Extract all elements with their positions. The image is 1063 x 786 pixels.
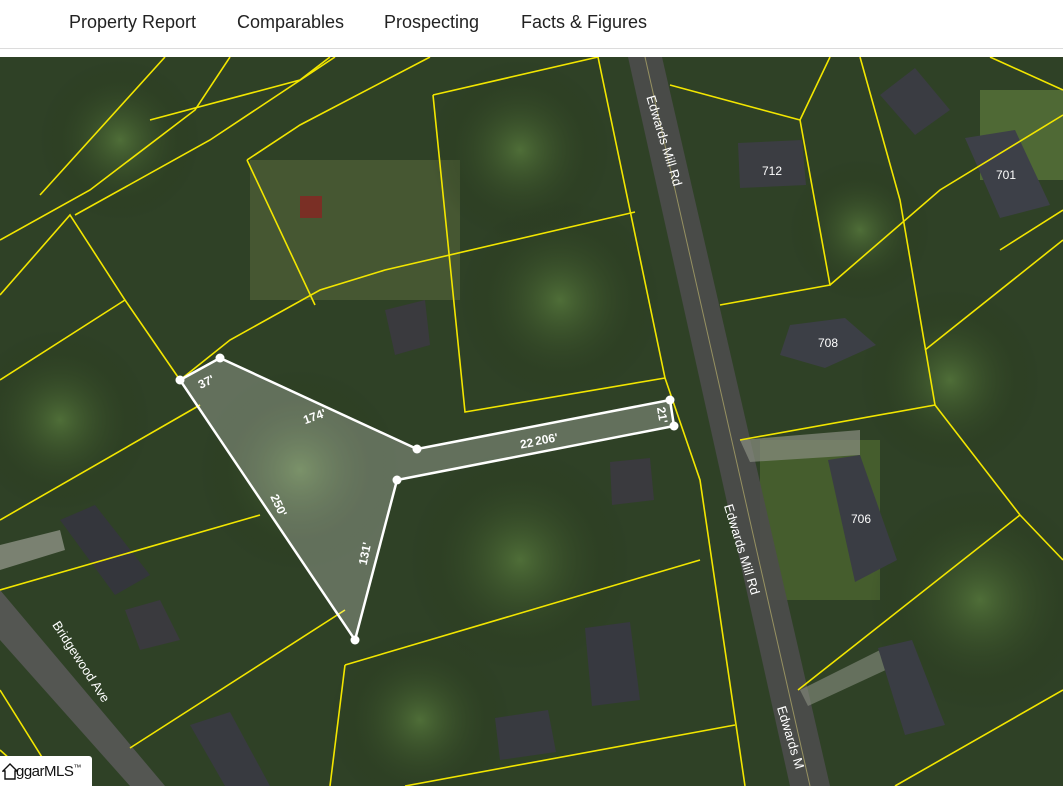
tab-facts-figures[interactable]: Facts & Figures (521, 12, 647, 33)
logo-text: ggarMLS (16, 763, 74, 780)
tab-property-report[interactable]: Property Report (69, 12, 196, 33)
map-canvas[interactable]: 37' 174' 22 206' 21' 250' 131' Edwards M… (0, 57, 1063, 786)
measurement-label: 22 (519, 435, 535, 451)
top-navigation: Property Report Comparables Prospecting … (0, 0, 1063, 49)
house-number: 701 (996, 168, 1016, 182)
shed-roof (300, 196, 322, 218)
house-number: 708 (818, 336, 838, 350)
aerial-map[interactable]: 37' 174' 22 206' 21' 250' 131' Edwards M… (0, 57, 1063, 786)
house-roof (610, 458, 654, 505)
house-number: 706 (851, 512, 871, 526)
mls-logo: ggarMLS™ (0, 756, 92, 786)
measurement-label: 21' (654, 406, 671, 425)
house-roof (495, 710, 556, 760)
house-number: 712 (762, 164, 782, 178)
tree-canopy (860, 290, 1040, 470)
tab-prospecting[interactable]: Prospecting (384, 12, 479, 33)
logo-trademark: ™ (73, 763, 81, 772)
tree-canopy (40, 60, 200, 220)
tab-comparables[interactable]: Comparables (237, 12, 344, 33)
